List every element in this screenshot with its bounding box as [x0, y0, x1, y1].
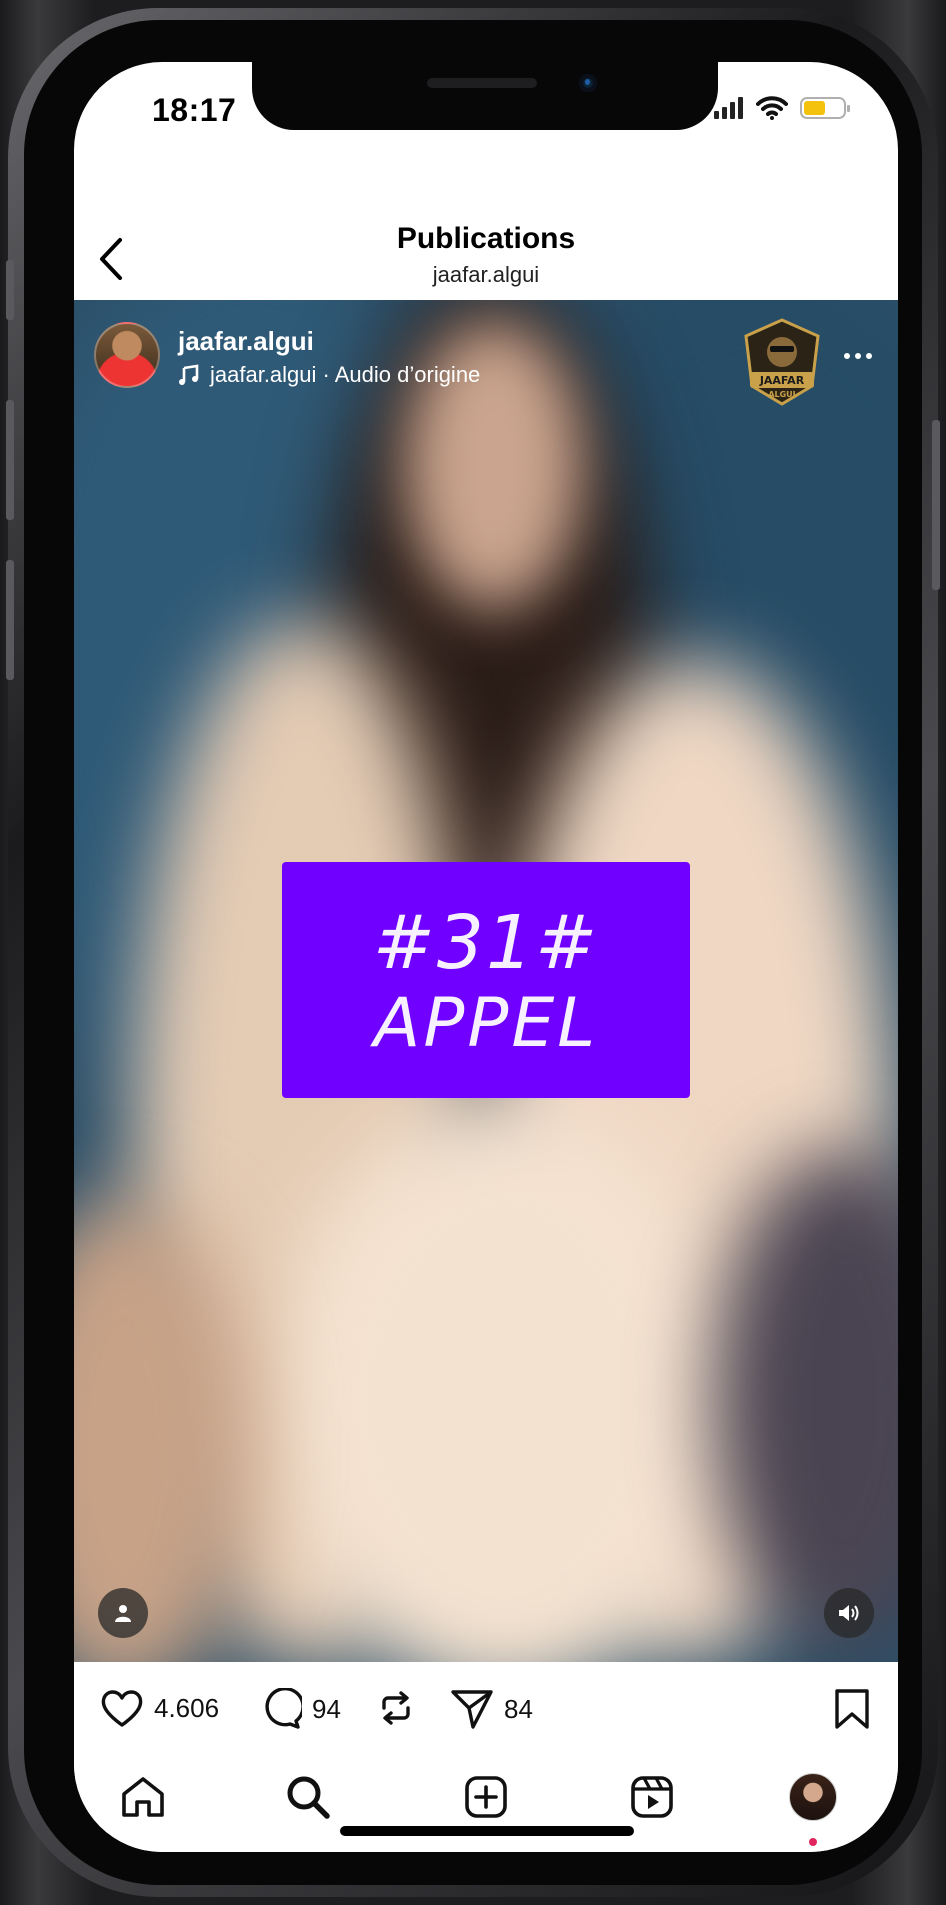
post-avatar[interactable] [94, 322, 160, 388]
profile-avatar [789, 1773, 837, 1821]
bookmark-icon[interactable] [834, 1688, 870, 1730]
post-actions: 4.606 94 84 [74, 1662, 898, 1754]
comment-count: 94 [312, 1693, 341, 1724]
notch [252, 62, 718, 130]
comment-action[interactable]: 94 [260, 1688, 341, 1730]
share-action[interactable]: 84 [450, 1688, 533, 1730]
phone-screen: 18:17 Publications jaafar.algui jaafar.a… [74, 62, 898, 1852]
tab-home[interactable] [118, 1772, 168, 1822]
battery-fill [804, 101, 825, 115]
tab-profile[interactable] [788, 1772, 838, 1822]
repost-icon [382, 1691, 410, 1725]
send-icon [451, 1690, 493, 1729]
home-indicator [340, 1826, 634, 1836]
like-count: 4.606 [154, 1692, 220, 1723]
tagged-people-button[interactable] [98, 1588, 148, 1638]
mute-switch [6, 260, 14, 320]
tab-reels[interactable] [627, 1772, 677, 1822]
post-audio[interactable]: jaafar.algui · Audio d’origine [178, 362, 480, 388]
card-line-2: APPEL [373, 984, 599, 1063]
profile-notification-dot [809, 1838, 817, 1846]
page-title: Publications [396, 222, 576, 255]
page-subtitle: jaafar.algui [432, 262, 540, 287]
tab-bar [74, 1754, 898, 1852]
signal-icon [714, 97, 743, 119]
repost-action[interactable] [376, 1688, 416, 1728]
front-camera [579, 74, 597, 92]
brand-logo: JAAFAR ALGUI [744, 318, 820, 406]
like-action[interactable]: 4.606 [100, 1688, 219, 1728]
tab-search[interactable] [283, 1772, 333, 1822]
post-username[interactable]: jaafar.algui [178, 326, 314, 357]
status-icons [714, 96, 850, 120]
music-note-icon [179, 364, 199, 385]
post-audio-label: jaafar.algui · Audio d’origine [210, 362, 481, 387]
home-icon [122, 1777, 164, 1817]
post-header: jaafar.algui jaafar.algui · Audio d’orig… [94, 318, 878, 406]
tab-create[interactable] [461, 1772, 511, 1822]
add-post-icon [465, 1776, 507, 1818]
share-count: 84 [504, 1693, 533, 1724]
logo-text: JAAFAR [759, 374, 805, 387]
header: Publications jaafar.algui [74, 162, 898, 302]
sound-toggle-button[interactable] [824, 1588, 874, 1638]
card-line-1: #31# [372, 900, 600, 986]
heart-icon [101, 1690, 143, 1727]
reel-video[interactable]: jaafar.algui jaafar.algui · Audio d’orig… [74, 300, 898, 1662]
status-time: 18:17 [152, 92, 237, 128]
person-icon [115, 1605, 131, 1622]
volume-up-button [6, 400, 14, 520]
more-options-icon[interactable] [838, 346, 878, 366]
logo-subtext: ALGUI [768, 390, 795, 399]
wifi-icon [756, 96, 788, 120]
battery-icon [800, 97, 850, 119]
search-icon [287, 1776, 330, 1819]
hashtag-card: #31# APPEL [282, 862, 690, 1098]
earpiece [427, 78, 537, 88]
comment-icon [265, 1688, 302, 1729]
reels-icon [631, 1776, 673, 1818]
power-button [932, 420, 940, 590]
volume-down-button [6, 560, 14, 680]
speaker-icon [839, 1605, 859, 1621]
